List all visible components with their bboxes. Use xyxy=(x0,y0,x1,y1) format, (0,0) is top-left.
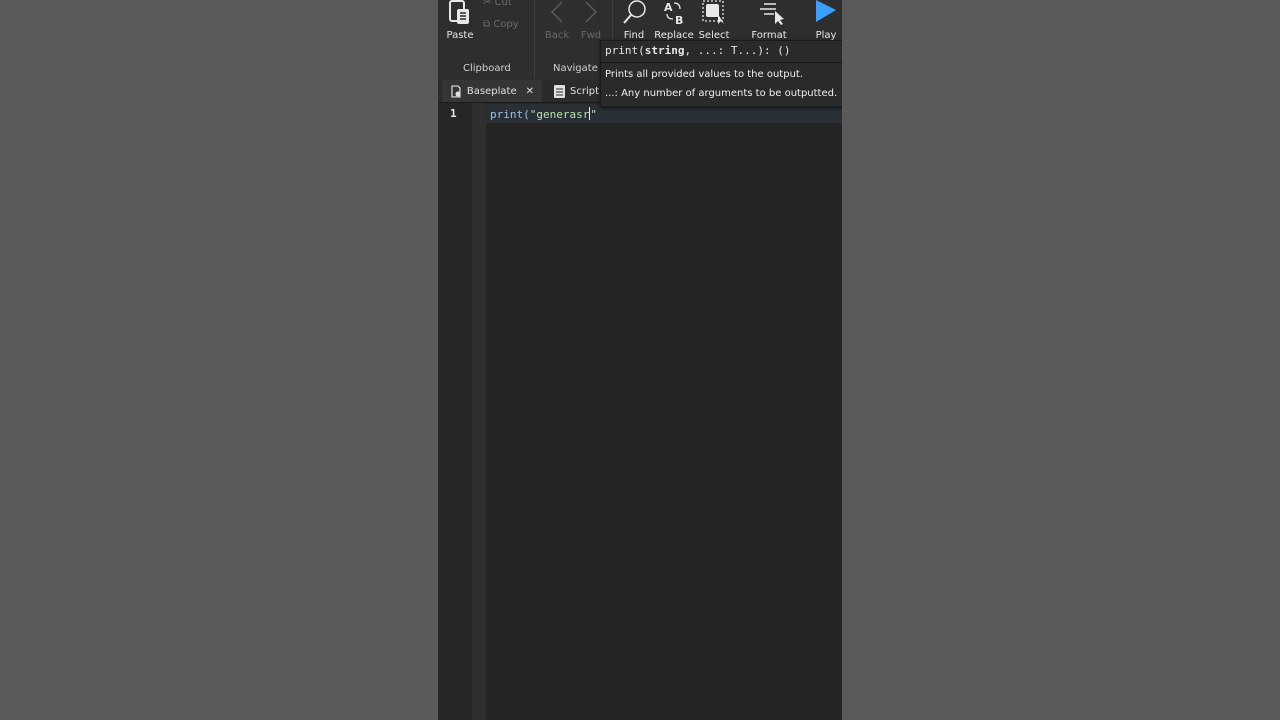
paste-icon xyxy=(449,0,469,24)
tab-label: Script xyxy=(570,85,600,97)
replace-icon: A B xyxy=(664,1,683,26)
play-icon xyxy=(816,0,836,22)
tooltip-divider xyxy=(601,62,842,63)
code-editor[interactable]: print("generasr" xyxy=(490,107,597,121)
fold-margin xyxy=(472,103,486,720)
copy-label: Copy xyxy=(493,19,519,30)
ribbon-divider xyxy=(534,0,535,78)
back-label: Back xyxy=(544,30,570,41)
script-icon xyxy=(554,84,565,98)
scissors-icon: ✂ xyxy=(483,0,492,8)
find-button[interactable]: Find xyxy=(618,0,650,44)
play-button[interactable]: Play xyxy=(810,0,842,44)
code-string-token: "generasr xyxy=(529,108,590,121)
paste-button[interactable]: Paste xyxy=(442,0,478,44)
back-button[interactable]: Back xyxy=(542,0,572,44)
parameter-description: ...: Any number of arguments to be outpu… xyxy=(605,88,838,99)
forward-button[interactable]: Fwd xyxy=(576,0,606,44)
copy-icon: ⧉ xyxy=(483,19,491,30)
clipboard-group-label: Clipboard xyxy=(463,63,511,74)
magnifier-icon xyxy=(623,0,646,24)
chevron-right-icon xyxy=(585,1,598,23)
signature-active-param: string xyxy=(644,44,685,57)
format-button[interactable]: Format xyxy=(748,0,790,44)
paste-label: Paste xyxy=(446,30,474,41)
place-icon xyxy=(451,84,461,98)
format-icon xyxy=(760,3,784,25)
replace-button[interactable]: A B Replace xyxy=(654,0,694,44)
code-string-close: " xyxy=(590,108,597,121)
tab-baseplate[interactable]: Baseplate ✕ xyxy=(442,80,542,102)
select-icon xyxy=(702,0,724,24)
signature-help-tooltip: print(string, ...: T...): () Prints all … xyxy=(600,40,842,107)
cut-label: Cut xyxy=(494,0,512,8)
select-button[interactable]: Select xyxy=(696,0,732,44)
chevron-left-icon xyxy=(550,1,563,23)
code-function-token: print( xyxy=(490,108,530,121)
line-number: 1 xyxy=(450,107,457,120)
copy-button[interactable]: ⧉ Copy xyxy=(483,19,519,30)
cut-button[interactable]: ✂ Cut xyxy=(483,0,512,8)
svg-text:B: B xyxy=(675,14,683,26)
signature-suffix: , ...: T...): () xyxy=(684,44,791,57)
close-icon[interactable]: ✕ xyxy=(526,86,534,97)
function-signature: print(string, ...: T...): () xyxy=(605,44,790,57)
function-description: Prints all provided values to the output… xyxy=(605,69,804,80)
tab-label: Baseplate xyxy=(466,85,517,97)
script-editor-window: Paste ✂ Cut ⧉ Copy Clipboard Back Fwd Na… xyxy=(438,0,842,720)
navigate-group-label: Navigate xyxy=(553,63,598,74)
signature-prefix: print( xyxy=(605,44,645,57)
svg-text:A: A xyxy=(664,1,673,14)
